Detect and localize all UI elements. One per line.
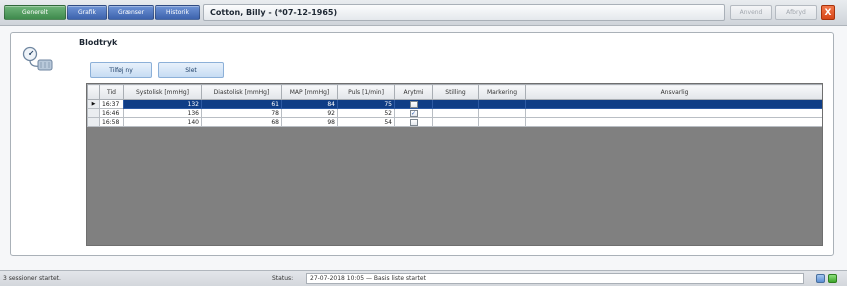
close-icon: X bbox=[824, 7, 832, 18]
tab-grafik[interactable]: Grafik bbox=[67, 5, 107, 20]
cell-arytmi bbox=[394, 117, 433, 127]
cell-ansvarlig[interactable] bbox=[525, 108, 822, 118]
column-header-diastolisk[interactable]: Diastolisk [mmHg] bbox=[201, 84, 282, 100]
blood-pressure-cuff-icon bbox=[22, 46, 53, 71]
cell-markering[interactable] bbox=[478, 108, 526, 118]
column-header-tid[interactable]: Tid bbox=[99, 84, 124, 100]
status-label: Status: bbox=[272, 275, 294, 282]
cell-tid[interactable]: 16:46 bbox=[99, 108, 124, 118]
checkbox-icon[interactable]: ✓ bbox=[409, 109, 418, 117]
column-header-map[interactable]: MAP [mmHg] bbox=[281, 84, 338, 100]
cell-puls[interactable]: 54 bbox=[337, 117, 395, 127]
cell-systolisk[interactable]: 140 bbox=[123, 117, 202, 127]
cell-stilling[interactable] bbox=[432, 108, 479, 118]
tab-generelt[interactable]: Generelt bbox=[4, 5, 66, 20]
status-field: 27-07-2018 10:05 — Basis liste startet bbox=[306, 273, 804, 284]
checkbox-icon[interactable] bbox=[409, 100, 418, 108]
cell-stilling[interactable] bbox=[432, 117, 479, 127]
status-bar: 3 sessioner startet. Status: 27-07-2018 … bbox=[0, 270, 847, 286]
cell-ansvarlig[interactable] bbox=[525, 99, 822, 109]
table-row[interactable]: 16:58 140 68 98 54 bbox=[87, 117, 822, 127]
cell-arytmi bbox=[394, 99, 433, 109]
window-icon[interactable] bbox=[816, 274, 825, 283]
row-indicator bbox=[87, 117, 100, 127]
add-new-button[interactable]: Tilføj ny bbox=[90, 62, 152, 78]
session-status-text: 3 sessioner startet. bbox=[3, 275, 61, 282]
cell-puls[interactable]: 52 bbox=[337, 108, 395, 118]
cell-diastolisk[interactable]: 68 bbox=[201, 117, 282, 127]
table-header-row: Tid Systolisk [mmHg] Diastolisk [mmHg] M… bbox=[87, 84, 822, 100]
top-bar: Generelt Grafik Grænser Historik Cotton,… bbox=[0, 0, 847, 26]
cancel-button[interactable]: Afbryd bbox=[775, 5, 817, 20]
column-header-markering[interactable]: Markering bbox=[478, 84, 526, 100]
column-header-systolisk[interactable]: Systolisk [mmHg] bbox=[123, 84, 202, 100]
column-header-stilling[interactable]: Stilling bbox=[432, 84, 479, 100]
cell-diastolisk[interactable]: 78 bbox=[201, 108, 282, 118]
cell-map[interactable]: 98 bbox=[281, 117, 338, 127]
cell-tid[interactable]: 16:58 bbox=[99, 117, 124, 127]
cell-systolisk[interactable]: 136 bbox=[123, 108, 202, 118]
column-header-ansvarlig[interactable]: Ansvarlig bbox=[525, 84, 822, 100]
cell-puls[interactable]: 75 bbox=[337, 99, 395, 109]
cell-markering[interactable] bbox=[478, 99, 526, 109]
cell-markering[interactable] bbox=[478, 117, 526, 127]
tab-historik[interactable]: Historik bbox=[155, 5, 200, 20]
checkbox-icon[interactable] bbox=[409, 118, 418, 126]
patient-header: Cotton, Billy - (*07-12-1965) bbox=[203, 4, 725, 21]
cell-map[interactable]: 92 bbox=[281, 108, 338, 118]
cell-systolisk[interactable]: 132 bbox=[123, 99, 202, 109]
connection-status-icon[interactable] bbox=[828, 274, 837, 283]
tab-graenser[interactable]: Grænser bbox=[108, 5, 154, 20]
delete-button[interactable]: Slet bbox=[158, 62, 224, 78]
close-button[interactable]: X bbox=[821, 5, 835, 20]
cell-ansvarlig[interactable] bbox=[525, 117, 822, 127]
patient-name: Cotton, Billy - (*07-12-1965) bbox=[210, 8, 338, 17]
row-selection-indicator-icon: ▶ bbox=[87, 99, 100, 109]
table-row[interactable]: ▶ 16:37 132 61 84 75 bbox=[87, 99, 822, 109]
column-header-puls[interactable]: Puls [1/min] bbox=[337, 84, 395, 100]
row-indicator bbox=[87, 108, 100, 118]
cell-map[interactable]: 84 bbox=[281, 99, 338, 109]
cell-diastolisk[interactable]: 61 bbox=[201, 99, 282, 109]
table-row[interactable]: 16:46 136 78 92 52 ✓ bbox=[87, 108, 822, 118]
measurement-table: Tid Systolisk [mmHg] Diastolisk [mmHg] M… bbox=[87, 84, 822, 127]
cell-arytmi: ✓ bbox=[394, 108, 433, 118]
measurement-grid[interactable]: Tid Systolisk [mmHg] Diastolisk [mmHg] M… bbox=[86, 83, 823, 246]
cell-stilling[interactable] bbox=[432, 99, 479, 109]
apply-button[interactable]: Anvend bbox=[730, 5, 772, 20]
section-title: Blodtryk bbox=[79, 38, 118, 47]
column-header-arytmi[interactable]: Arytmi bbox=[394, 84, 433, 100]
cell-tid[interactable]: 16:37 bbox=[99, 99, 124, 109]
column-header-indicator bbox=[87, 84, 100, 100]
